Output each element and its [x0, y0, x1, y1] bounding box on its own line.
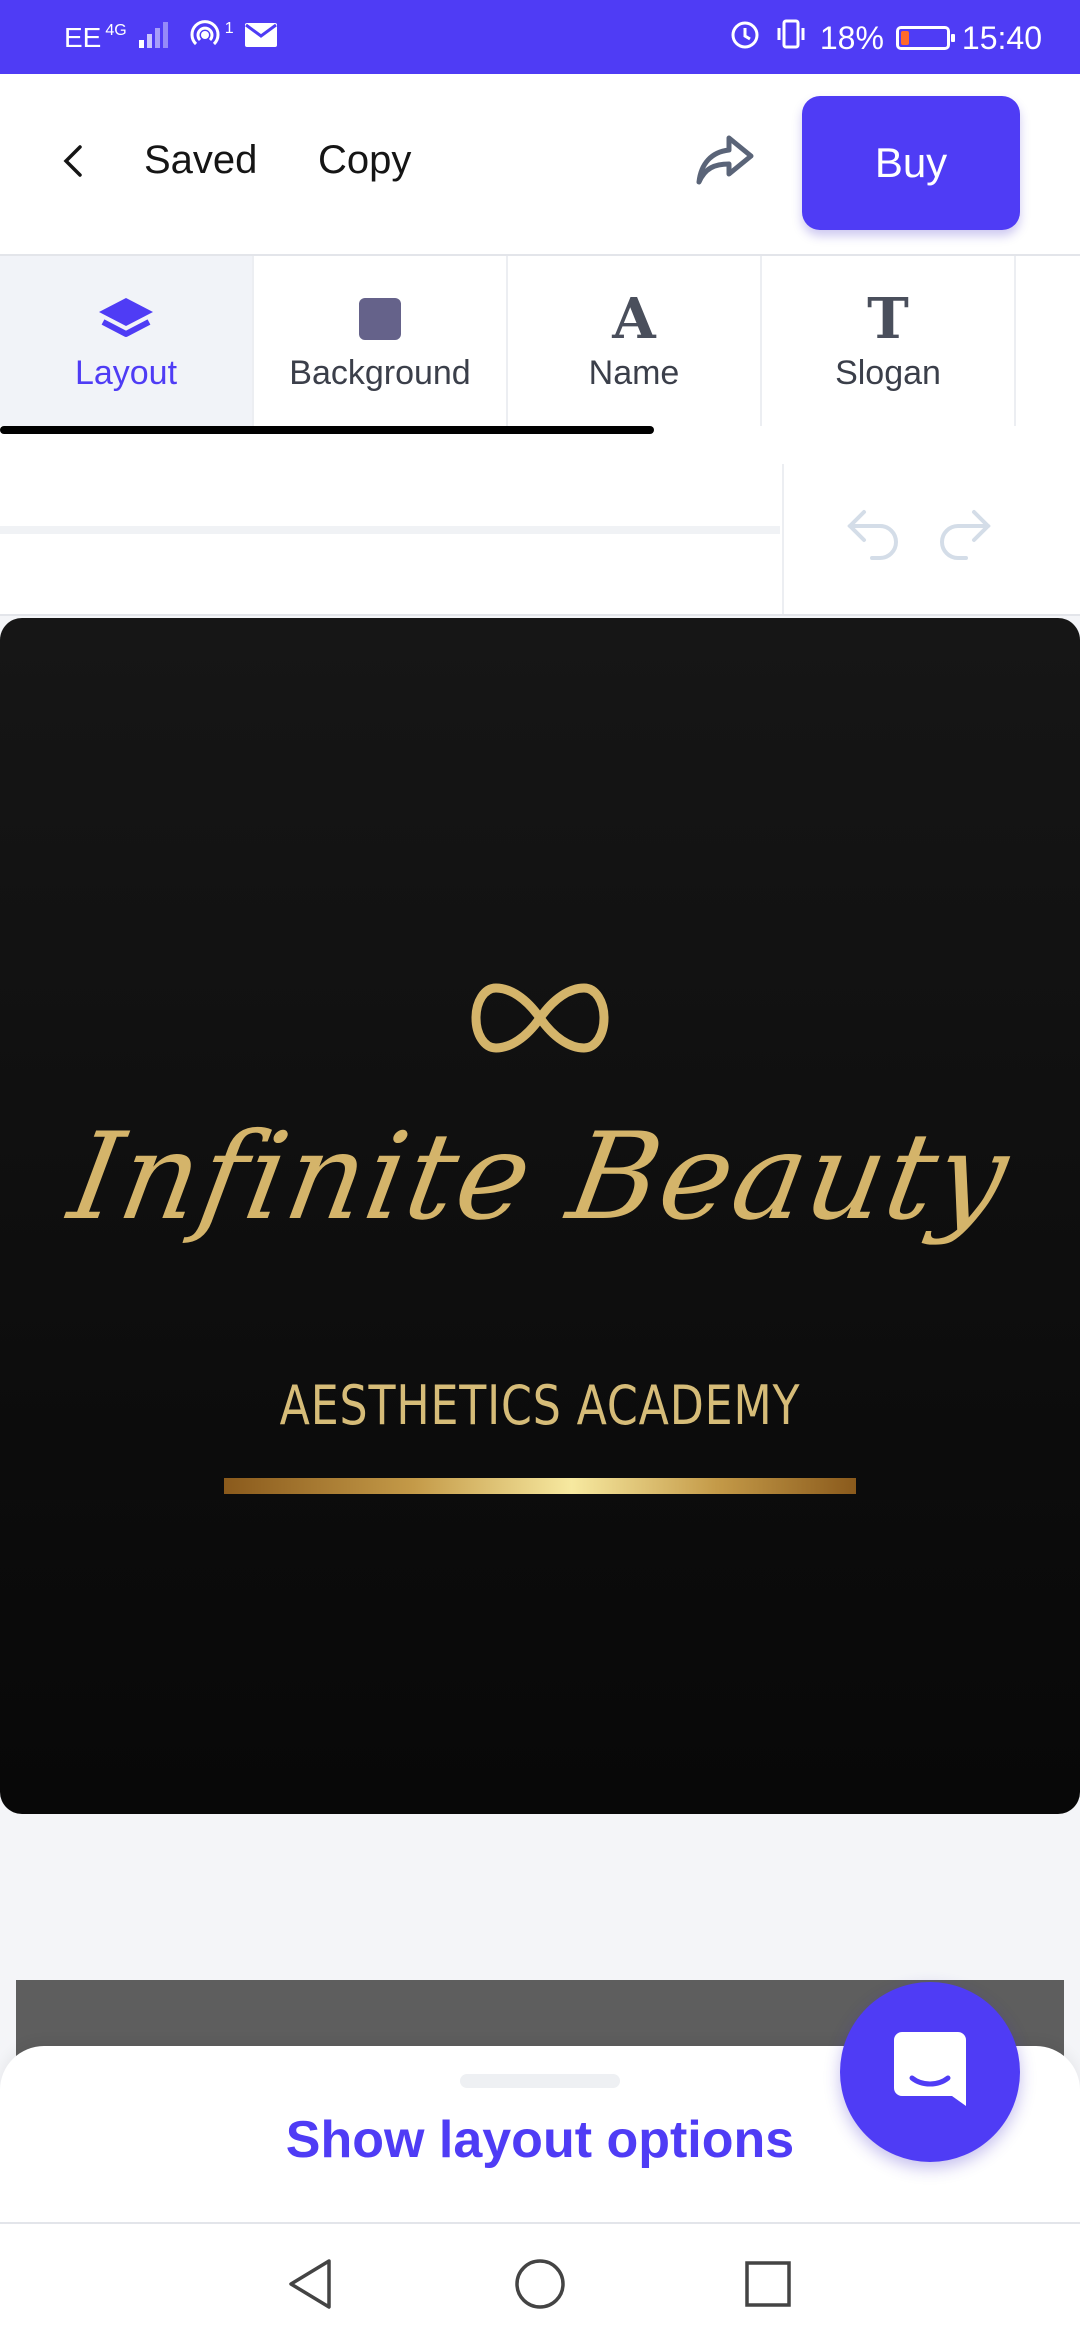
logo-underline-bar [224, 1478, 856, 1494]
tab-label-layout: Layout [74, 354, 178, 392]
letter-t-icon: T [867, 286, 909, 352]
nav-recents-button[interactable] [736, 2252, 800, 2316]
undo-icon [847, 510, 898, 560]
hotspot-icon [187, 17, 223, 60]
square-recents-icon [745, 2261, 791, 2307]
tab-label-slogan: Slogan [835, 354, 941, 392]
square-icon [358, 290, 402, 348]
nav-back-button[interactable] [278, 2252, 342, 2316]
redo-button[interactable] [934, 504, 994, 564]
battery-icon [895, 26, 955, 50]
logo-brand-name[interactable]: Infinite Beauty [0, 1108, 1080, 1247]
editor-tabs: Layout Background A Name T Slogan [0, 256, 1080, 436]
battery-percent: 18% [819, 19, 884, 56]
divider [0, 614, 1080, 616]
tab-label-background: Background [289, 354, 471, 392]
chat-button[interactable] [840, 1982, 1020, 2162]
copy-button[interactable]: Copy [318, 138, 411, 183]
back-button[interactable] [48, 136, 98, 186]
tab-scroll-indicator[interactable] [0, 426, 654, 434]
tab-layout[interactable]: Layout [0, 256, 254, 426]
circle-home-icon [515, 2259, 565, 2309]
chevron-left-icon [63, 145, 82, 177]
letter-a-glyph: A [612, 286, 656, 352]
tab-name[interactable]: A Name [508, 256, 762, 426]
layers-icon [97, 290, 155, 348]
vibrate-icon [774, 17, 808, 59]
letter-t-glyph: T [867, 286, 909, 352]
editor-toolbar [0, 436, 1080, 616]
system-nav-bar [0, 2222, 1080, 2342]
history-controls [782, 464, 1080, 614]
tab-slogan[interactable]: T Slogan [762, 256, 1016, 426]
clock: 15:40 [961, 19, 1042, 56]
undo-button[interactable] [844, 504, 904, 564]
share-arrow-icon [696, 135, 754, 185]
carrier-label: EE [64, 22, 102, 53]
sheet-drag-handle[interactable] [460, 2074, 620, 2088]
share-button[interactable] [690, 126, 760, 196]
app-bar: Saved Copy Buy [0, 74, 1080, 256]
signal-icon [137, 20, 177, 57]
buy-button[interactable]: Buy [802, 96, 1020, 230]
triangle-back-icon [289, 2259, 331, 2309]
infinity-icon [471, 983, 609, 1053]
redo-icon [940, 510, 991, 560]
logo-slogan[interactable]: AESTHETICS ACADEMY [97, 1374, 983, 1437]
tab-background[interactable]: Background [254, 256, 508, 426]
saved-status: Saved [144, 138, 258, 182]
status-bar: EE 4G 1 18% 15:40 [0, 0, 1080, 74]
tab-label-name: Name [588, 354, 680, 392]
network-type: 4G [105, 22, 127, 39]
nav-home-button[interactable] [508, 2252, 572, 2316]
option-track[interactable] [0, 526, 780, 534]
logo-canvas[interactable]: Infinite Beauty AESTHETICS ACADEMY [0, 618, 1080, 1814]
mail-icon [244, 22, 278, 55]
notification-count: 1 [224, 20, 234, 37]
chat-icon [894, 2032, 966, 2106]
alarm-icon [728, 17, 762, 59]
letter-a-icon: A [612, 286, 655, 352]
